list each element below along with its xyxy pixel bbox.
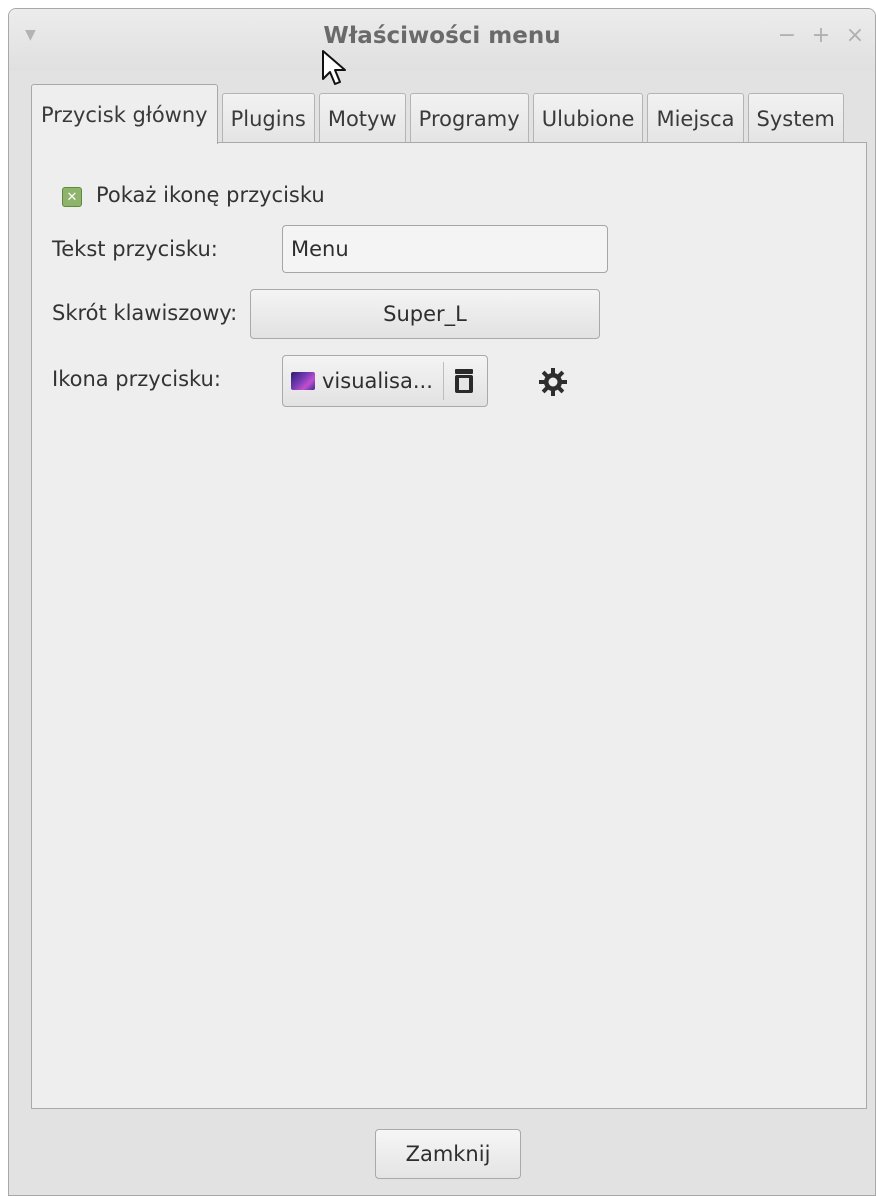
window-title: Właściwości menu <box>323 23 561 49</box>
title-bar[interactable]: ▼ Właściwości menu − + × <box>9 9 875 71</box>
button-icon-label: Ikona przycisku: <box>52 367 221 391</box>
tab-favorites[interactable]: Ulubione <box>532 93 644 143</box>
tab-main-button[interactable]: Przycisk główny <box>31 84 218 144</box>
tab-applications[interactable]: Programy <box>409 93 529 143</box>
button-text-label: Tekst przycisku: <box>52 237 218 261</box>
tab-panel-main-button: ✕ Pokaż ikonę przycisku Tekst przycisku:… <box>31 142 867 1109</box>
tab-theme[interactable]: Motyw <box>318 93 406 143</box>
shortcut-button[interactable]: Super_L <box>250 289 600 339</box>
icon-file-name: visualisa... <box>322 369 433 393</box>
tab-bar: Przycisk główny Plugins Motyw Programy U… <box>31 83 848 144</box>
window-controls: − + × <box>777 23 865 49</box>
properties-window: ▼ Właściwości menu − + × Przycisk główny… <box>8 8 876 1196</box>
icon-chooser-button[interactable]: visualisa... <box>282 355 488 407</box>
shortcut-label: Skrót klawiszowy: <box>52 301 238 325</box>
maximize-button[interactable]: + <box>811 23 831 49</box>
picker-separator <box>443 362 444 400</box>
mouse-pointer-icon <box>322 50 346 85</box>
tab-plugins[interactable]: Plugins <box>221 93 315 143</box>
show-icon-checkbox[interactable]: ✕ <box>62 187 82 207</box>
gear-icon[interactable] <box>538 367 568 397</box>
close-window-button[interactable]: × <box>845 23 865 49</box>
icon-preview-thumbnail <box>291 372 315 390</box>
tab-system[interactable]: System <box>747 93 844 143</box>
show-icon-label[interactable]: Pokaż ikonę przycisku <box>96 183 325 207</box>
minimize-button[interactable]: − <box>777 23 797 49</box>
tab-places[interactable]: Miejsca <box>647 93 744 143</box>
close-button[interactable]: Zamknij <box>375 1129 521 1179</box>
button-text-input[interactable] <box>282 225 608 273</box>
folder-icon <box>455 369 473 393</box>
